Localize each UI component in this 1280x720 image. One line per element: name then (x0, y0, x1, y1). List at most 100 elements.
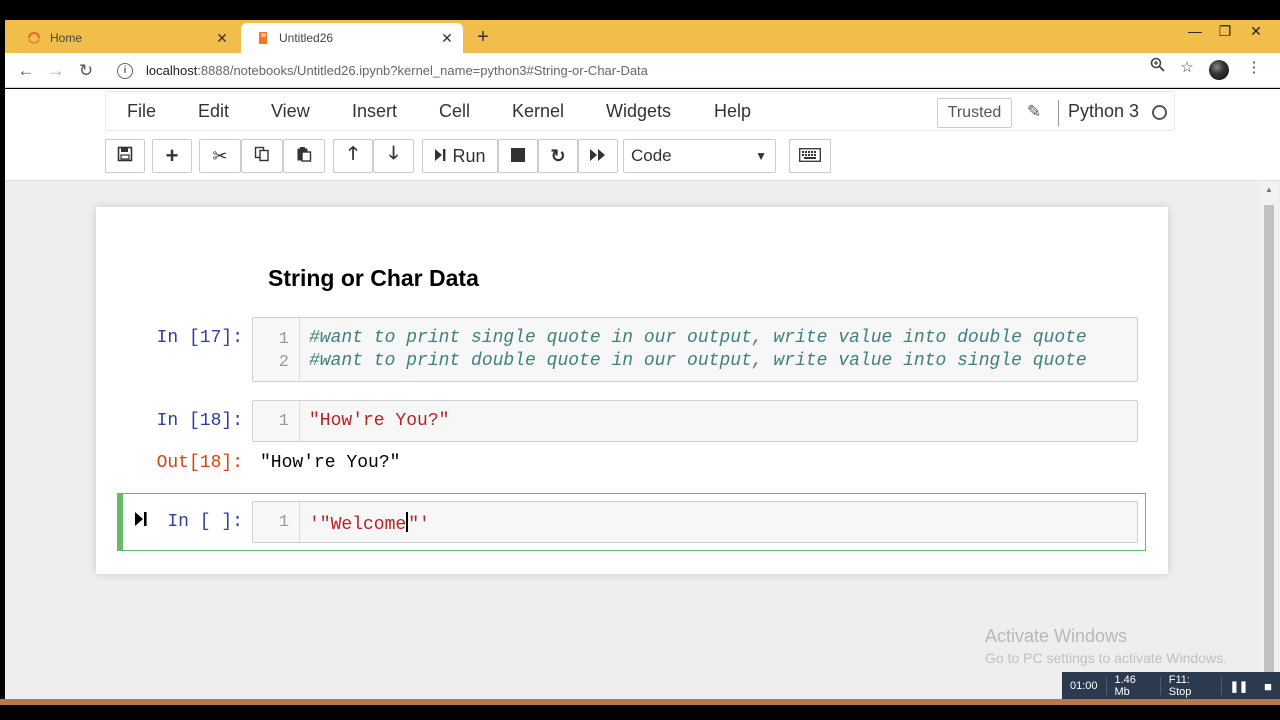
notebook-toolbar: + ✂ 🡑 🡓 Run ↻ Code ▼ (105, 139, 905, 173)
code-cell-input[interactable]: 1 "How're You?" (252, 400, 1138, 442)
line-number: 2 (278, 353, 289, 372)
info-icon[interactable]: i (117, 62, 133, 79)
interrupt-button[interactable] (498, 139, 538, 173)
address-bar[interactable]: i localhost:8888/notebooks/Untitled26.ip… (108, 57, 1268, 84)
line-number: 1 (278, 513, 289, 532)
address-bar-row: ← → ↻ i localhost:8888/notebooks/Untitle… (5, 53, 1280, 88)
menu-insert[interactable]: Insert (352, 101, 397, 122)
code-after-cursor: "' (408, 515, 430, 535)
paste-icon (296, 146, 312, 167)
insert-cell-button[interactable]: + (152, 139, 192, 173)
menu-help[interactable]: Help (714, 101, 751, 122)
move-up-button[interactable]: 🡑 (333, 139, 373, 173)
back-icon[interactable]: ← (14, 59, 38, 83)
page-scrollbar[interactable]: ▲ (1260, 181, 1278, 699)
move-down-button[interactable]: 🡓 (373, 139, 414, 173)
kernel-separator (1058, 100, 1059, 126)
close-icon[interactable]: ✕ (439, 30, 455, 47)
bookmark-star-icon[interactable]: ☆ (1176, 57, 1198, 79)
activate-windows-subtitle: Go to PC settings to activate Windows. (985, 650, 1227, 666)
save-icon (117, 146, 133, 167)
jupyter-icon (26, 30, 42, 46)
chevron-down-icon: ▼ (755, 149, 767, 163)
code-cell-input[interactable]: 1 2 #want to print single quote in our o… (252, 317, 1138, 382)
run-button[interactable]: Run (422, 139, 498, 173)
kernel-name[interactable]: Python 3 (1068, 101, 1139, 122)
minimize-button[interactable]: — (1180, 20, 1210, 42)
menu-kebab-icon[interactable]: ⋮ (1243, 57, 1265, 79)
screen-top-border (0, 0, 1280, 20)
reload-icon[interactable]: ↻ (74, 59, 98, 83)
pause-icon[interactable]: ❚❚ (1222, 680, 1256, 693)
line-number-gutter: 1 2 (253, 318, 300, 381)
code-cell-input[interactable]: 1 '"Welcome "' (252, 501, 1138, 543)
cell-type-select[interactable]: Code ▼ (623, 139, 776, 173)
menu-kernel[interactable]: Kernel (512, 101, 564, 122)
input-prompt: In [17]: (156, 328, 243, 348)
run-label: Run (452, 145, 486, 166)
restart-icon: ↻ (550, 145, 566, 166)
jupyter-page: File Edit View Insert Cell Kernel Widget… (5, 89, 1280, 699)
url-text[interactable]: localhost:8888/notebooks/Untitled26.ipyn… (146, 63, 648, 78)
forward-icon[interactable]: → (44, 59, 68, 83)
recorder-stop[interactable]: F11: Stop (1161, 674, 1221, 698)
menu-cell[interactable]: Cell (439, 101, 470, 122)
restart-run-all-button[interactable] (578, 139, 618, 173)
keyboard-icon (799, 146, 821, 167)
fast-forward-icon (589, 146, 607, 167)
scrollbar-thumb[interactable] (1264, 205, 1274, 675)
close-window-button[interactable]: ✕ (1241, 20, 1271, 42)
paste-button[interactable] (283, 139, 325, 173)
menu-bar: File Edit View Insert Cell Kernel Widget… (105, 91, 1175, 131)
cell-type-value: Code (631, 146, 672, 165)
scissors-icon: ✂ (212, 145, 228, 166)
url-host: localhost (146, 63, 198, 78)
step-forward-icon (434, 146, 446, 167)
browser-tab-strip: Home ✕ Untitled26 ✕ + — ❐ ✕ (5, 20, 1280, 53)
line-number-gutter: 1 (253, 401, 300, 441)
copy-button[interactable] (241, 139, 283, 173)
line-number-gutter: 1 (253, 502, 300, 542)
menu-widgets[interactable]: Widgets (606, 101, 671, 122)
code-line: #want to print double quote in our outpu… (309, 351, 1087, 371)
stop-icon[interactable]: ■ (1256, 679, 1280, 694)
code-line[interactable]: '"Welcome "' (309, 512, 430, 535)
url-path: :8888/notebooks/Untitled26.ipynb?kernel_… (197, 63, 648, 78)
new-tab-button[interactable]: + (471, 25, 495, 49)
restart-kernel-button[interactable]: ↻ (538, 139, 578, 173)
copy-icon (254, 146, 270, 167)
recorder-time: 01:00 (1070, 680, 1098, 692)
trusted-indicator[interactable]: Trusted (937, 98, 1012, 128)
output-prompt: Out[18]: (156, 453, 243, 473)
input-prompt: In [ ]: (167, 512, 243, 532)
kernel-status-icon (1152, 105, 1167, 120)
arrow-down-icon: 🡓 (388, 143, 399, 163)
tab-home[interactable]: Home ✕ (12, 23, 238, 53)
scroll-up-icon[interactable]: ▲ (1265, 185, 1273, 194)
profile-avatar[interactable] (1209, 60, 1229, 80)
restore-button[interactable]: ❐ (1210, 20, 1240, 42)
line-number: 1 (278, 412, 289, 431)
recorder-bar: 01:00 1.46 Mb F11: Stop ❚❚ ■ (1062, 672, 1280, 700)
close-icon[interactable]: ✕ (214, 30, 230, 47)
zoom-icon[interactable] (1146, 57, 1168, 79)
menu-edit[interactable]: Edit (198, 101, 229, 122)
code-line: "How're You?" (309, 411, 450, 431)
save-button[interactable] (105, 139, 145, 173)
tab-untitled26-label: Untitled26 (279, 31, 334, 45)
input-prompt: In [18]: (156, 411, 243, 431)
tab-untitled26[interactable]: Untitled26 ✕ (241, 23, 463, 53)
pencil-icon[interactable]: ✎ (1024, 102, 1044, 122)
cut-button[interactable]: ✂ (199, 139, 241, 173)
code-line: #want to print single quote in our outpu… (309, 328, 1087, 348)
screen-bottom-border (0, 705, 1280, 720)
notebook-icon (255, 30, 271, 46)
markdown-heading[interactable]: String or Char Data (268, 265, 479, 292)
arrow-up-icon: 🡑 (348, 143, 358, 163)
menu-view[interactable]: View (271, 101, 310, 122)
command-palette-button[interactable] (789, 139, 831, 173)
stop-icon (511, 146, 525, 167)
tab-home-label: Home (50, 31, 83, 45)
line-number: 1 (278, 330, 289, 349)
menu-file[interactable]: File (127, 101, 156, 122)
